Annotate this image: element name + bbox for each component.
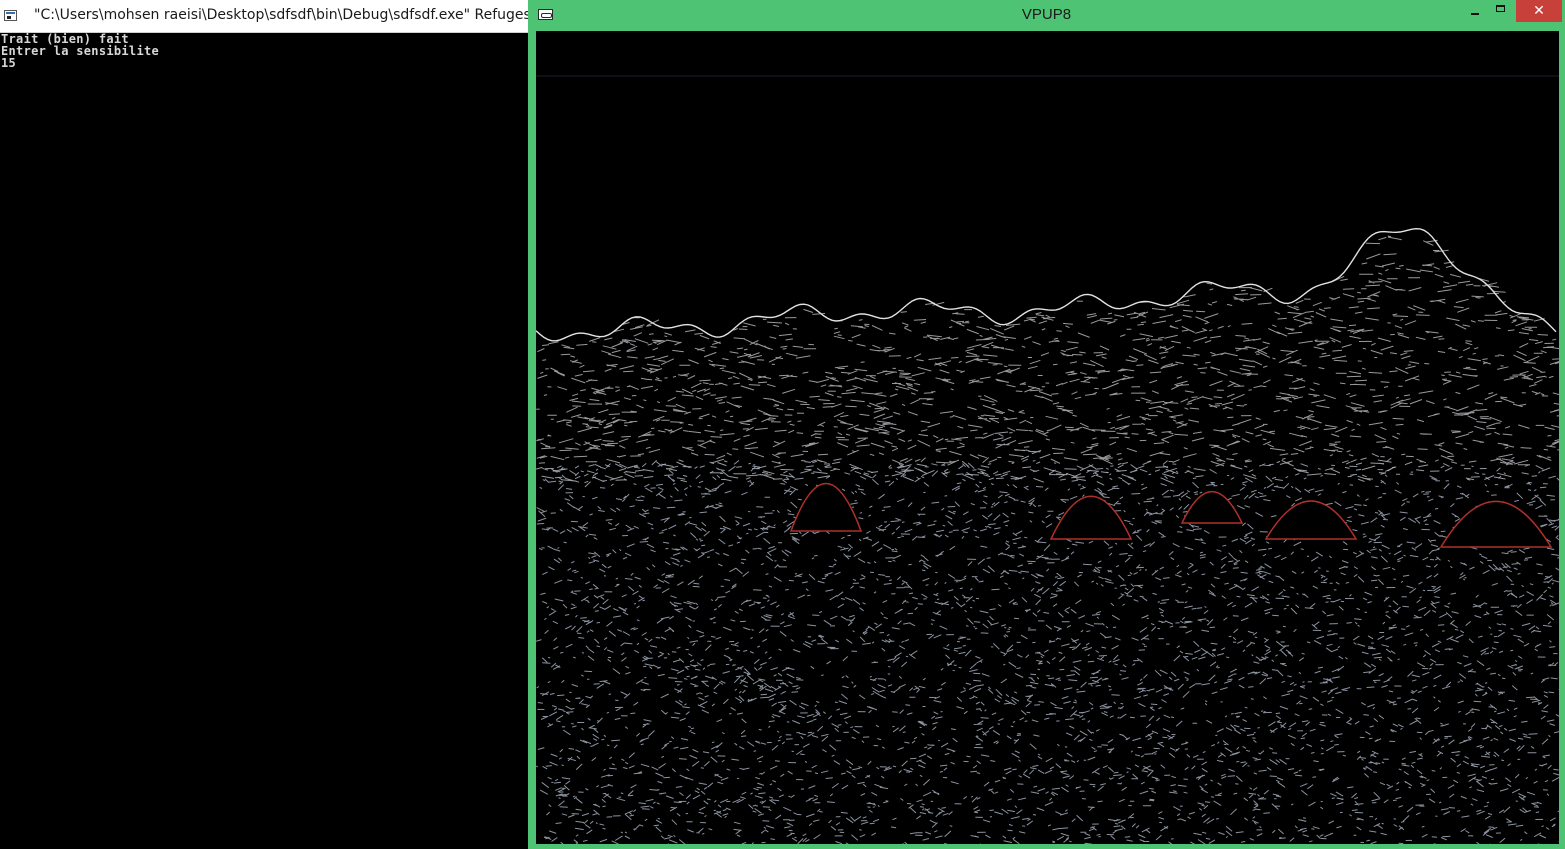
- console-line: Entrer la sensibilite: [1, 44, 160, 58]
- edge-detected-image: [536, 31, 1559, 844]
- close-button[interactable]: ✕: [1516, 0, 1562, 22]
- image-window-title: VPUP8: [1021, 6, 1072, 23]
- maximize-button[interactable]: [1488, 0, 1514, 22]
- minimize-button[interactable]: [1462, 0, 1488, 22]
- image-canvas[interactable]: [536, 31, 1559, 844]
- console-window-title: "C:\Users\mohsen raeisi\Desktop\sdfsdf\b…: [34, 7, 530, 23]
- console-title-bar[interactable]: "C:\Users\mohsen raeisi\Desktop\sdfsdf\b…: [0, 0, 530, 33]
- console-window-icon[interactable]: [4, 10, 17, 21]
- image-window-title-bar[interactable]: VPUP8 ✕: [528, 0, 1565, 31]
- close-icon: ✕: [1533, 3, 1545, 19]
- console-output[interactable]: Trait (bien) fait Entrer la sensibilite …: [0, 33, 530, 849]
- console-window: "C:\Users\mohsen raeisi\Desktop\sdfsdf\b…: [0, 0, 530, 849]
- console-line: 15: [1, 56, 17, 70]
- image-window: VPUP8 ✕: [528, 0, 1565, 849]
